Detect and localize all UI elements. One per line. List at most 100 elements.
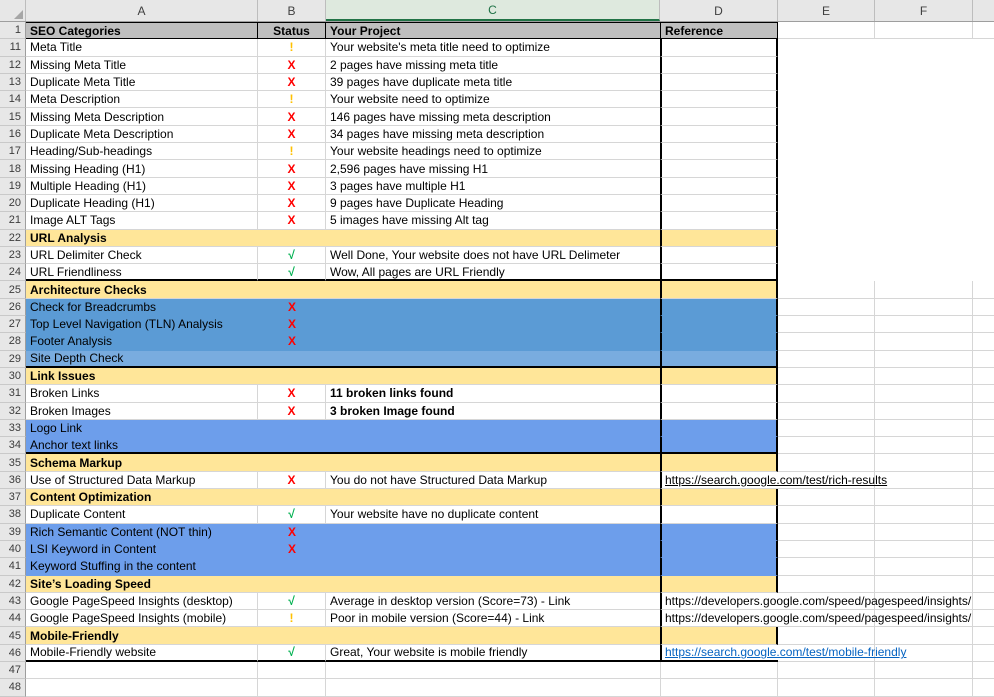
cell-C33[interactable] xyxy=(326,420,660,437)
cell-F11[interactable] xyxy=(875,39,973,56)
cell-D33[interactable] xyxy=(660,420,778,437)
cell-G34[interactable] xyxy=(973,437,994,454)
select-all-corner[interactable] xyxy=(0,0,26,21)
cell-E35[interactable] xyxy=(778,454,875,471)
cell-E47[interactable] xyxy=(778,662,875,679)
row-number-25[interactable]: 25 xyxy=(0,281,26,298)
cell-C14[interactable]: Your website need to optimize xyxy=(326,91,660,108)
cell-C26[interactable] xyxy=(326,299,660,316)
cell-F31[interactable] xyxy=(875,385,973,402)
cell-B23[interactable]: √ xyxy=(258,247,326,264)
cell-C22[interactable] xyxy=(326,230,660,247)
row-number-22[interactable]: 22 xyxy=(0,230,26,247)
cell-B26[interactable]: X xyxy=(258,299,326,316)
cell-F40[interactable] xyxy=(875,541,973,558)
row-number-30[interactable]: 30 xyxy=(0,368,26,385)
cell-F35[interactable] xyxy=(875,454,973,471)
cell-E1[interactable] xyxy=(778,22,875,39)
cell-D15[interactable] xyxy=(660,108,778,125)
row-number-42[interactable]: 42 xyxy=(0,576,26,593)
row-number-23[interactable]: 23 xyxy=(0,247,26,264)
cell-F25[interactable] xyxy=(875,281,973,298)
cell-B28[interactable]: X xyxy=(258,333,326,350)
cell-A39[interactable]: Rich Semantic Content (NOT thin) xyxy=(26,524,258,541)
cell-D37[interactable] xyxy=(660,489,778,506)
cell-D11[interactable] xyxy=(660,39,778,56)
row-number-35[interactable]: 35 xyxy=(0,454,26,471)
row-number-20[interactable]: 20 xyxy=(0,195,26,212)
cell-C11[interactable]: Your website's meta title need to optimi… xyxy=(326,39,660,56)
cell-B34[interactable] xyxy=(258,437,326,454)
cell-G28[interactable] xyxy=(973,333,994,350)
cell-C45[interactable] xyxy=(326,627,660,644)
cell-B24[interactable]: √ xyxy=(258,264,326,281)
cell-B16[interactable]: X xyxy=(258,126,326,143)
cell-A18[interactable]: Missing Heading (H1) xyxy=(26,160,258,177)
row-number-26[interactable]: 26 xyxy=(0,299,26,316)
cell-E29[interactable] xyxy=(778,351,875,368)
cell-B17[interactable]: ! xyxy=(258,143,326,160)
row-number-1[interactable]: 1 xyxy=(0,22,26,39)
cell-A35[interactable]: Schema Markup xyxy=(26,454,258,471)
cell-A37[interactable]: Content Optimization xyxy=(26,489,258,506)
cell-G37[interactable] xyxy=(973,489,994,506)
cell-A19[interactable]: Multiple Heading (H1) xyxy=(26,178,258,195)
cell-G26[interactable] xyxy=(973,299,994,316)
cell-A12[interactable]: Missing Meta Title xyxy=(26,57,258,74)
cell-C41[interactable] xyxy=(326,558,660,575)
cell-D1[interactable]: Reference xyxy=(660,22,778,39)
cell-E37[interactable] xyxy=(778,489,875,506)
cell-G23[interactable] xyxy=(973,247,994,264)
cell-A30[interactable]: Link Issues xyxy=(26,368,258,385)
cell-G36[interactable] xyxy=(973,472,994,489)
cell-D46[interactable]: https://search.google.com/test/mobile-fr… xyxy=(660,645,778,662)
row-number-45[interactable]: 45 xyxy=(0,627,26,644)
cell-D44[interactable]: https://developers.google.com/speed/page… xyxy=(660,610,778,627)
cell-F1[interactable] xyxy=(875,22,973,39)
cell-F48[interactable] xyxy=(875,679,973,696)
row-number-38[interactable]: 38 xyxy=(0,506,26,523)
cell-C16[interactable]: 34 pages have missing meta description xyxy=(326,126,660,143)
row-number-13[interactable]: 13 xyxy=(0,74,26,91)
cell-D35[interactable] xyxy=(660,454,778,471)
cell-A15[interactable]: Missing Meta Description xyxy=(26,108,258,125)
cell-G44[interactable] xyxy=(973,610,994,627)
row-number-31[interactable]: 31 xyxy=(0,385,26,402)
cell-D30[interactable] xyxy=(660,368,778,385)
cell-C47[interactable] xyxy=(326,662,660,679)
cell-D26[interactable] xyxy=(660,299,778,316)
cell-F45[interactable] xyxy=(875,627,973,644)
cell-A45[interactable]: Mobile-Friendly xyxy=(26,627,258,644)
cell-G22[interactable] xyxy=(973,230,994,247)
cell-E15[interactable] xyxy=(778,108,875,125)
cell-F38[interactable] xyxy=(875,506,973,523)
cell-E34[interactable] xyxy=(778,437,875,454)
cell-E41[interactable] xyxy=(778,558,875,575)
row-number-27[interactable]: 27 xyxy=(0,316,26,333)
cell-A13[interactable]: Duplicate Meta Title xyxy=(26,74,258,91)
cell-C20[interactable]: 9 pages have Duplicate Heading xyxy=(326,195,660,212)
cell-A11[interactable]: Meta Title xyxy=(26,39,258,56)
cell-G20[interactable] xyxy=(973,195,994,212)
row-number-29[interactable]: 29 xyxy=(0,351,26,368)
cell-F24[interactable] xyxy=(875,264,973,281)
cell-F27[interactable] xyxy=(875,316,973,333)
row-number-40[interactable]: 40 xyxy=(0,541,26,558)
cell-C13[interactable]: 39 pages have duplicate meta title xyxy=(326,74,660,91)
cell-A43[interactable]: Google PageSpeed Insights (desktop) xyxy=(26,593,258,610)
cell-C25[interactable] xyxy=(326,281,660,298)
cell-F33[interactable] xyxy=(875,420,973,437)
cell-C48[interactable] xyxy=(326,679,660,696)
cell-B44[interactable]: ! xyxy=(258,610,326,627)
cell-C44[interactable]: Poor in mobile version (Score=44) - Link xyxy=(326,610,660,627)
cell-G43[interactable] xyxy=(973,593,994,610)
cell-E33[interactable] xyxy=(778,420,875,437)
cell-B40[interactable]: X xyxy=(258,541,326,558)
reference-link[interactable]: https://search.google.com/test/rich-resu… xyxy=(662,473,887,487)
cell-F14[interactable] xyxy=(875,91,973,108)
cell-E30[interactable] xyxy=(778,368,875,385)
cell-C34[interactable] xyxy=(326,437,660,454)
cell-B36[interactable]: X xyxy=(258,472,326,489)
cell-E19[interactable] xyxy=(778,178,875,195)
cell-E23[interactable] xyxy=(778,247,875,264)
